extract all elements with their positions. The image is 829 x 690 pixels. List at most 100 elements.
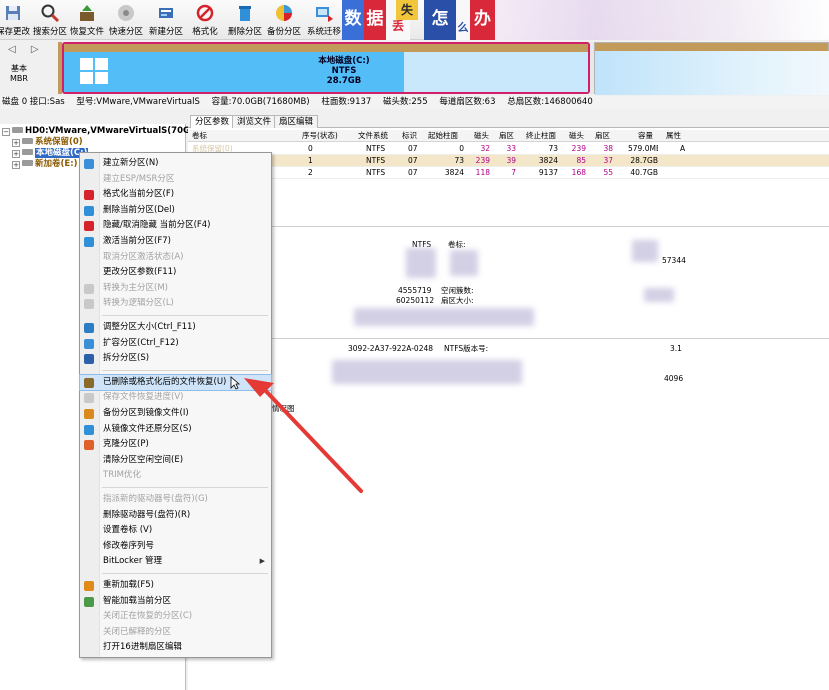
menu-item[interactable]: 拆分分区(S) [80,351,271,366]
menu-item[interactable]: 备份分区到镜像文件(I) [80,406,271,421]
convert-primary-icon [84,283,94,294]
disk-nav: ◁ ▷ 基本 MBR [0,40,55,96]
partition-segment-e[interactable] [594,42,829,95]
collapse-icon[interactable]: − [2,128,10,136]
menu-item[interactable]: 修改卷序列号 [80,539,271,554]
menu-item[interactable]: BitLocker 管理 ▶ [80,554,271,569]
menu-item-label: 扩容分区(Ctrl_F12) [103,337,179,348]
extend-icon [84,338,94,349]
table-header: 卷标 序号(状态) 文件系统 标识 起始柱面 磁头 扇区 终止柱面 磁头 扇区 … [188,130,829,142]
quick-partition-button[interactable]: 快速分区 [108,0,144,40]
menu-item-label: 拆分分区(S) [103,353,150,364]
table-cell-cap: 579.0MB [628,144,658,153]
recover-file-icon [80,5,94,21]
table-cell-fs: NTFS [366,156,386,165]
menu-item[interactable]: 扩容分区(Ctrl_F12) [80,336,271,351]
col-end-cyl: 终止柱面 [526,131,556,140]
expand-icon[interactable]: + [12,150,20,158]
menu-item[interactable]: 克隆分区(P) [80,437,271,452]
menu-item[interactable]: 清除分区空闲空间(E) [80,453,271,468]
banner-char: 么 [456,0,470,40]
table-cell-idx: 0 [308,144,313,153]
partition-bar: 本地磁盘(C:) NTFS 28.7GB [58,42,829,95]
tree-disk-node[interactable]: − HD0:VMware,VMwareVirtualS(70GB) [2,126,200,137]
menu-item-label: 保存文件恢复进度(V) [103,392,184,403]
menu-item-label: 重新加载(F5) [103,580,154,590]
detail-serial: 3092-2A37-922A-0248 [348,344,434,353]
menu-item[interactable]: 智能加载当前分区 [80,594,271,609]
backup-partition-button[interactable]: 备份分区 [266,0,302,40]
tab-bar: 分区参数 浏览文件 扇区编辑 [188,114,829,128]
menu-item[interactable]: 激活当前分区(F7) [80,234,271,249]
partition-segment-c[interactable]: 本地磁盘(C:) NTFS 28.7GB [62,42,590,94]
menu-item[interactable]: 更改分区参数(F11) [80,265,271,280]
menu-item[interactable]: 建立新分区(N) [80,156,271,171]
menu-item: 保存文件恢复进度(V) [80,390,271,405]
table-cell-id: 07 [408,144,418,153]
system-migrate-button[interactable]: 系统迁移 [304,0,344,40]
detail-truncated-text: 情况图 [272,404,295,413]
menu-item[interactable]: 设置卷标 (V) [80,523,271,538]
disk-type-basic: 基本 [10,64,27,73]
expand-icon[interactable]: + [12,161,20,169]
table-row[interactable]: 系统保留(0) 0 NTFS 07 0 32 33 73 239 38 579.0MB A [188,143,829,155]
table-row[interactable]: 新加卷(E:)2NTFS073824118791371685540.7GB [188,167,829,179]
tab-partition-params[interactable]: 分区参数 [190,115,235,128]
save-button[interactable]: 保存更改 [0,0,32,40]
menu-item-label: 调整分区大小(Ctrl_F11) [103,322,196,332]
delete-partition-button[interactable]: 删除分区 [227,0,263,40]
promo-banner[interactable]: 数 据 丢 失 怎 么 办 [340,0,495,40]
menu-item[interactable]: 已删除或格式化后的文件恢复(U) [79,373,272,391]
menu-item: 关闭正在恢复的分区(C) [80,609,271,624]
menu-item-label: BitLocker 管理 [103,556,163,567]
quick-partition-icon [118,5,134,21]
tree-item-e-drive[interactable]: + 新加卷(E:) [12,159,77,170]
table-row[interactable]: 本地磁盘(C:)1NTFS0773239393824853728.7GB [188,155,829,167]
mouse-cursor-icon [230,376,240,390]
menu-item-label: 取消分区激活状态(A) [103,251,184,262]
tab-sector-edit[interactable]: 扇区编辑 [274,115,319,128]
menu-item: 转换为逻辑分区(L) [80,296,271,311]
table-cell-id: 07 [408,156,418,165]
menu-item[interactable]: 格式化当前分区(F) [80,187,271,202]
menu-item[interactable]: 从镜像文件还原分区(S) [80,422,271,437]
split-icon [84,354,94,365]
tree-item-label: 新加卷(E:) [35,159,78,169]
disk-nav-arrows[interactable]: ◁ ▷ [8,44,45,55]
col-id: 标识 [402,131,417,140]
disk-icon [12,127,23,133]
new-partition-button[interactable]: 新建分区 [148,0,184,40]
tree-item-label: 系统保留(0) [35,137,83,147]
detail-ntfs-version: 3.1 [670,344,682,353]
detail-ntfs-version-key: NTFS版本号: [444,344,489,353]
col-end-sector: 扇区 [595,131,610,140]
recover-file-button[interactable]: 恢复文件 [69,0,105,40]
menu-item[interactable]: 隐藏/取消隐藏 当前分区(F4) [80,218,271,233]
menu-item-label: 清除分区空闲空间(E) [103,454,184,465]
menu-item[interactable]: 调整分区大小(Ctrl_F11) [80,320,271,335]
expand-icon[interactable]: + [12,139,20,147]
menu-item-label: 转换为主分区(M) [103,282,168,293]
partition-c-fs: NTFS [331,66,357,76]
disk-info-line: 磁盘 0 接口:Sas 型号:VMware,VMwareVirtualS 容量:… [0,96,829,109]
format-button[interactable]: 格式化 [189,0,221,40]
detail-label-key: 卷标: [448,240,466,249]
tree-item-c-drive[interactable]: + 本地磁盘(C:) [12,148,89,159]
menu-item[interactable]: 打开16进制扇区编辑 [80,640,271,655]
menu-item[interactable]: 删除当前分区(Del) [80,203,271,218]
restore-icon [84,424,94,435]
search-partition-button[interactable]: 搜索分区 [32,0,68,40]
format-icon [196,4,214,22]
tab-browse-files[interactable]: 浏览文件 [232,115,277,128]
disk-sectors-per-track: 每道扇区数:63 [439,97,496,107]
table-cell-fs: NTFS [366,144,386,153]
menu-item-label: 删除当前分区(Del) [103,204,175,215]
menu-item-label: 从镜像文件还原分区(S) [103,423,192,434]
menu-item[interactable]: 删除驱动器号(盘符)(R) [80,508,271,523]
tree-item-system-reserved[interactable]: + 系统保留(0) [12,137,83,148]
detail-value-3: 60250112 [396,296,435,305]
system-migrate-label: 系统迁移 [306,27,341,37]
menu-item[interactable]: 重新加载(F5) [80,578,271,593]
context-menu: 建立新分区(N) 建立ESP/MSR分区 格式化当前分区(F) 删除当前分区(Del)… [79,152,272,658]
convert-logical-icon [84,299,94,310]
